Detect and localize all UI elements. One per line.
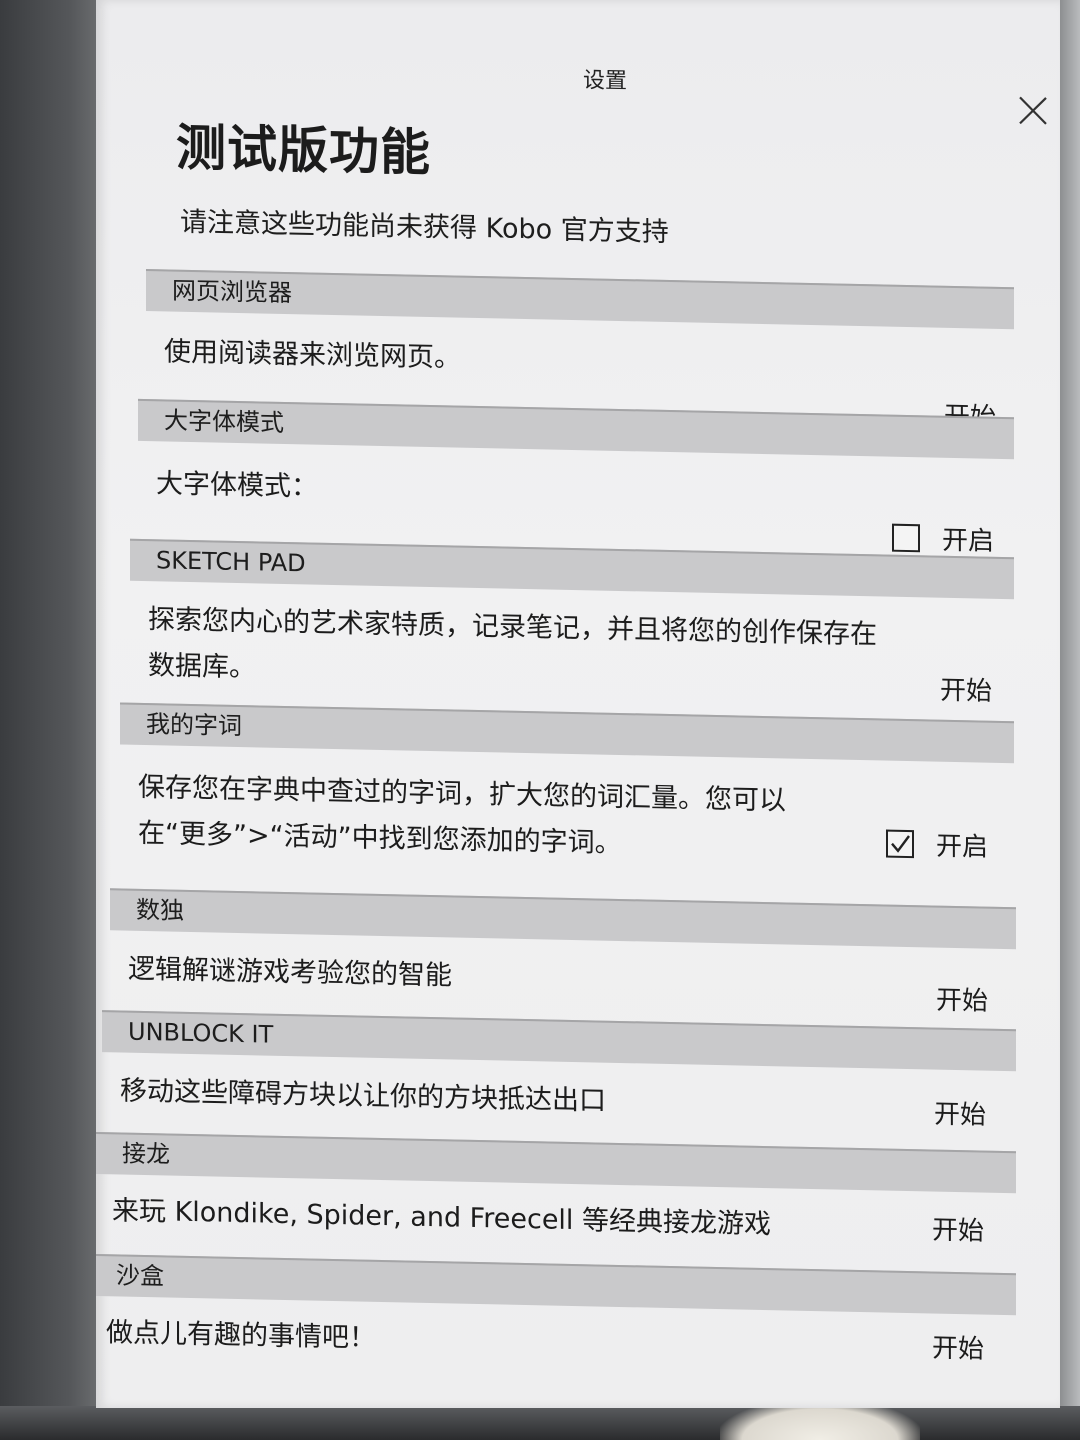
unblock-it-description: 移动这些障碍方块以让你的方块抵达出口	[120, 1075, 606, 1117]
sudoku-start-button[interactable]: 开始	[936, 980, 988, 1018]
close-icon	[1019, 96, 1047, 125]
section-header-sudoku: 数独	[110, 888, 1016, 950]
my-words-checkbox[interactable]	[886, 829, 914, 858]
page-subtitle: 请注意这些功能尚未获得 Kobo 官方支持	[180, 206, 669, 249]
device-bezel-right	[1060, 0, 1080, 1440]
large-font-mode-toggle-label: 开启	[942, 525, 995, 557]
device-bezel-left	[0, 0, 100, 1440]
large-font-mode-toggle[interactable]: 开启	[892, 519, 994, 558]
section-header-sketch-pad: SKETCH PAD	[130, 538, 1014, 600]
close-button[interactable]	[1012, 89, 1052, 130]
large-font-mode-description: 大字体模式：	[156, 468, 318, 503]
page-title: 测试版功能	[176, 118, 431, 183]
large-font-mode-checkbox[interactable]	[892, 523, 920, 552]
my-words-description: 保存您在字典中查过的字词，扩大您的词汇量。您可以在“更多”>“活动”中找到您添加…	[138, 771, 786, 860]
settings-header-title: 设置	[582, 68, 627, 95]
solitaire-start-button[interactable]: 开始	[932, 1210, 984, 1248]
section-header-solitaire: 接龙	[96, 1132, 1016, 1194]
section-header-large-font-mode: 大字体模式	[138, 398, 1014, 460]
section-header-sandbox: 沙盒	[96, 1253, 1016, 1316]
ereader-screen: 设置 测试版功能 请注意这些功能尚未获得 Kobo 官方支持 网页浏览器 使用阅…	[96, 0, 1060, 1408]
unblock-it-start-button[interactable]: 开始	[934, 1094, 986, 1132]
section-header-web-browser: 网页浏览器	[146, 269, 1014, 330]
sketch-pad-description: 探索您内心的艺术家特质，记录笔记，并且将您的创作保存在数据库。	[148, 604, 877, 684]
section-header-unblock-it: UNBLOCK IT	[102, 1010, 1016, 1072]
sketch-pad-start-button[interactable]: 开始	[940, 670, 992, 708]
section-header-my-words: 我的字词	[120, 702, 1014, 764]
my-words-toggle-label: 开启	[936, 831, 989, 863]
sandbox-description: 做点儿有趣的事情吧！	[106, 1317, 376, 1354]
settings-page: 设置 测试版功能 请注意这些功能尚未获得 Kobo 官方支持 网页浏览器 使用阅…	[96, 0, 1060, 1408]
sandbox-start-button[interactable]: 开始	[932, 1328, 984, 1366]
sudoku-description: 逻辑解谜游戏考验您的智能	[128, 953, 452, 992]
solitaire-description: 来玩 Klondike, Spider, and Freecell 等经典接龙游…	[112, 1195, 772, 1241]
checkmark-icon	[891, 834, 910, 853]
web-browser-description: 使用阅读器来浏览网页。	[164, 336, 461, 374]
my-words-toggle[interactable]: 开启	[886, 825, 988, 864]
